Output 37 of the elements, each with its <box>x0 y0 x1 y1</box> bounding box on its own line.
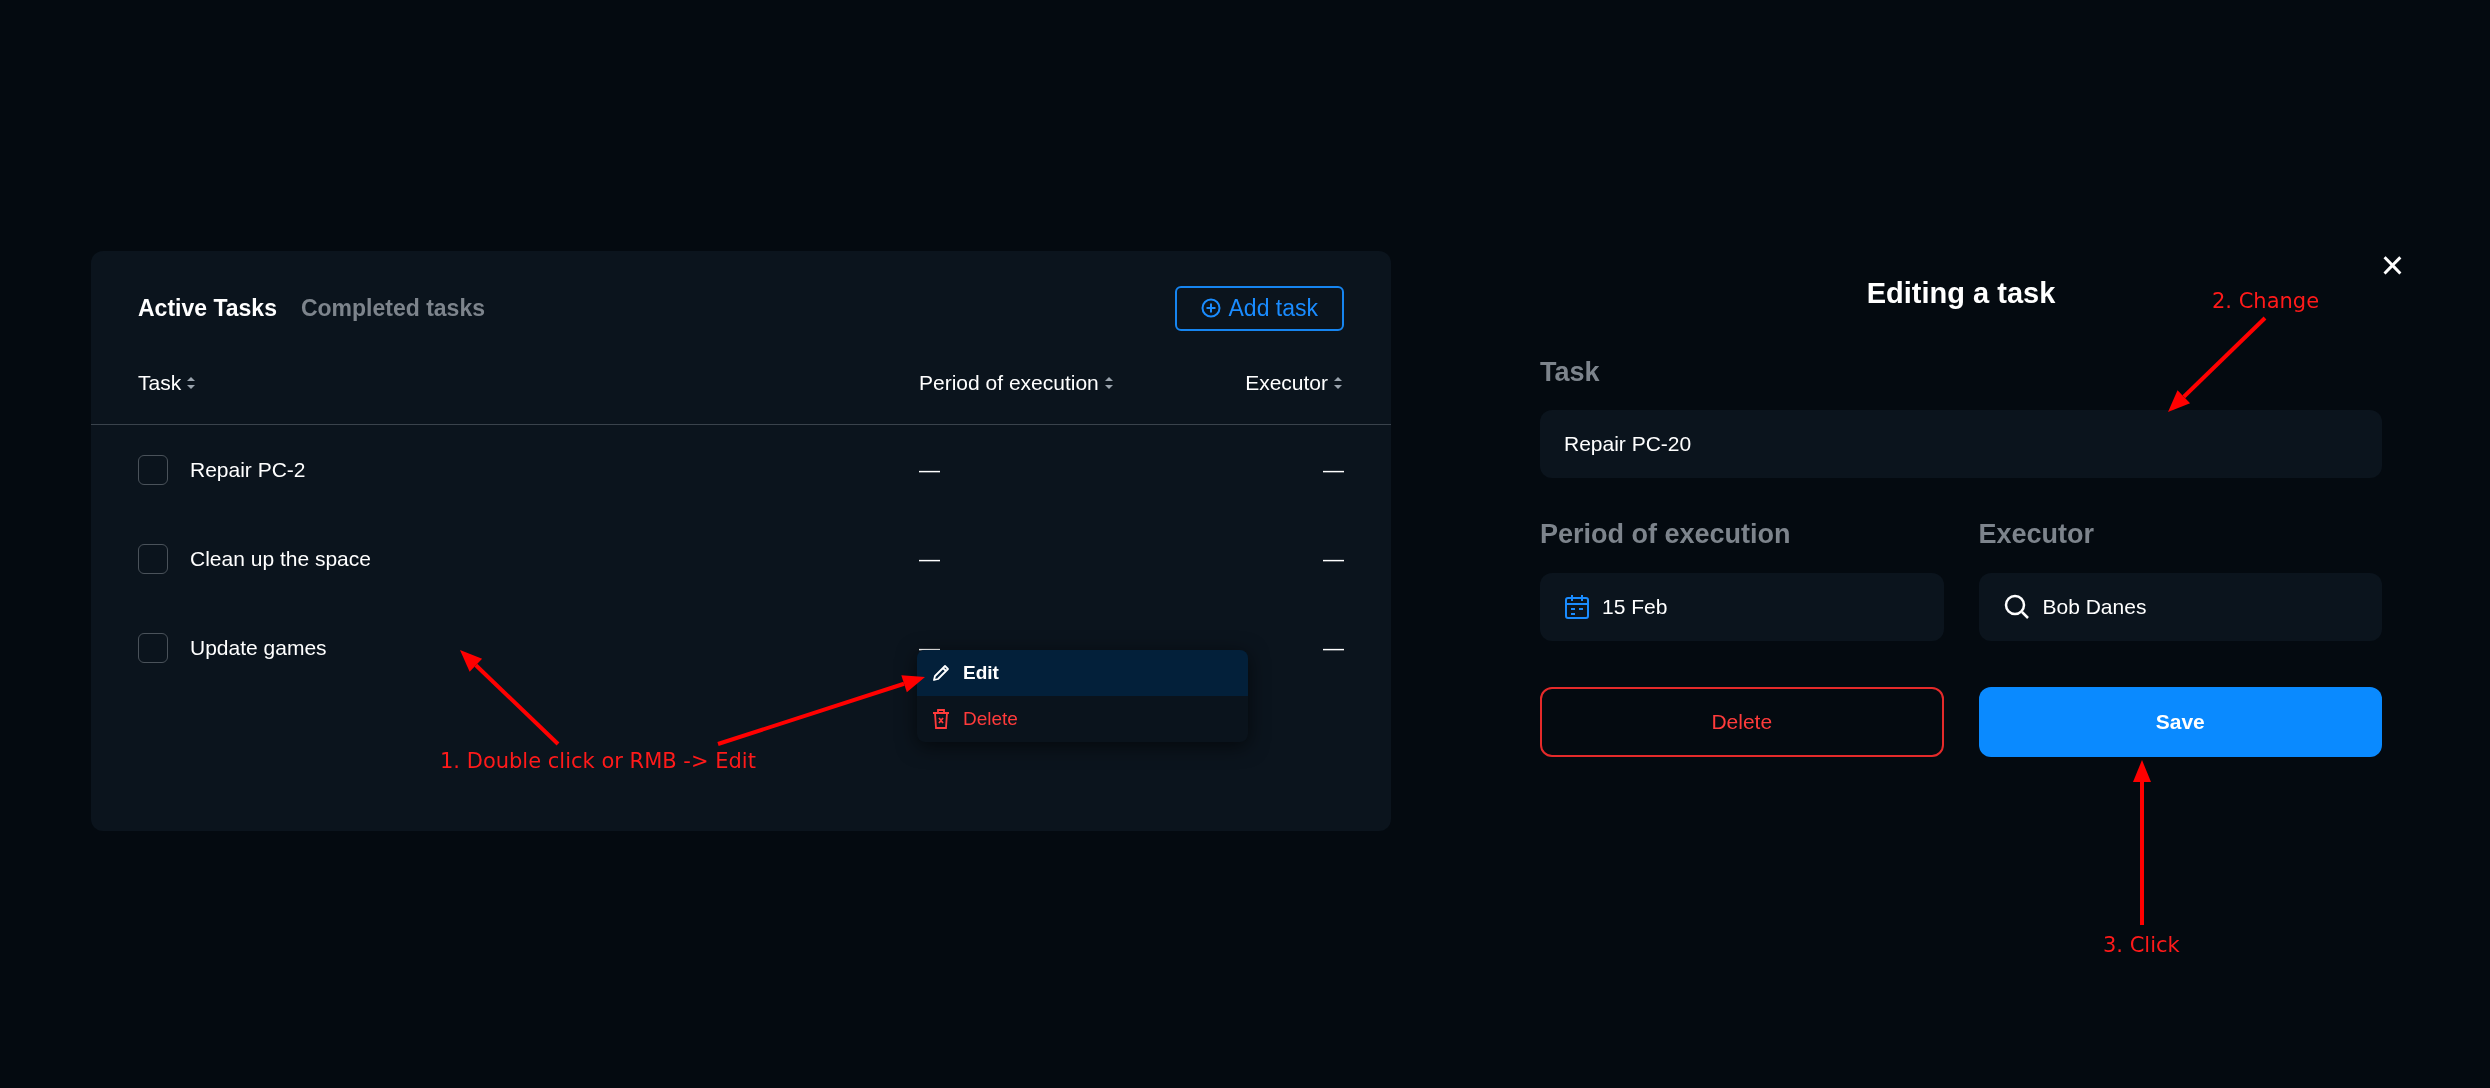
annotation-label: 1. Double click or RMB -> Edit <box>440 748 756 775</box>
task-name: Update games <box>190 634 327 661</box>
menu-item[interactable]: Delete <box>917 696 1248 742</box>
table-cell-text: — <box>1323 545 1344 572</box>
annotation-label: 2. Change <box>2212 288 2320 315</box>
field-label: Task <box>1540 355 1601 389</box>
search-icon <box>2002 592 2031 621</box>
add-task-button[interactable]: Add task <box>1174 285 1344 331</box>
column-header[interactable]: Executor <box>1179 366 1344 399</box>
checkbox[interactable] <box>138 543 168 574</box>
tab[interactable]: Completed tasks <box>300 290 485 326</box>
annotation-label: 3. Click <box>2103 932 2180 959</box>
delete-button[interactable]: Delete <box>1540 686 1944 757</box>
tab[interactable]: Active Tasks <box>138 290 277 326</box>
executor-search-field[interactable]: Bob Danes <box>1978 572 2382 641</box>
date-field[interactable]: 15 Feb <box>1540 572 1944 641</box>
sort-icon[interactable] <box>1332 374 1344 391</box>
field-label: Period of execution <box>1540 518 1792 551</box>
checkbox[interactable] <box>138 632 168 663</box>
close-button[interactable]: × <box>2380 245 2404 285</box>
table-cell: — <box>919 546 940 570</box>
column-header[interactable]: Period of execution <box>919 366 1179 399</box>
task-name: Repair PC-2 <box>190 456 306 483</box>
checkbox[interactable] <box>138 454 168 485</box>
dialog-title: Editing a task <box>1866 276 2056 311</box>
calendar-icon <box>1564 593 1590 620</box>
column-header[interactable]: Task <box>138 366 919 399</box>
plus-circle-icon <box>1200 298 1221 318</box>
pencil-icon <box>931 663 951 683</box>
task-name: Clean up the space <box>190 545 371 572</box>
task-input[interactable]: Repair PC-20 <box>1540 410 2382 478</box>
sort-icon[interactable] <box>185 374 198 391</box>
table-cell-text: — <box>1323 634 1344 661</box>
trash-icon <box>931 708 951 730</box>
table-cell: — <box>919 457 940 481</box>
field-label: Executor <box>1978 518 2096 551</box>
table-cell-text: — <box>1323 456 1344 483</box>
